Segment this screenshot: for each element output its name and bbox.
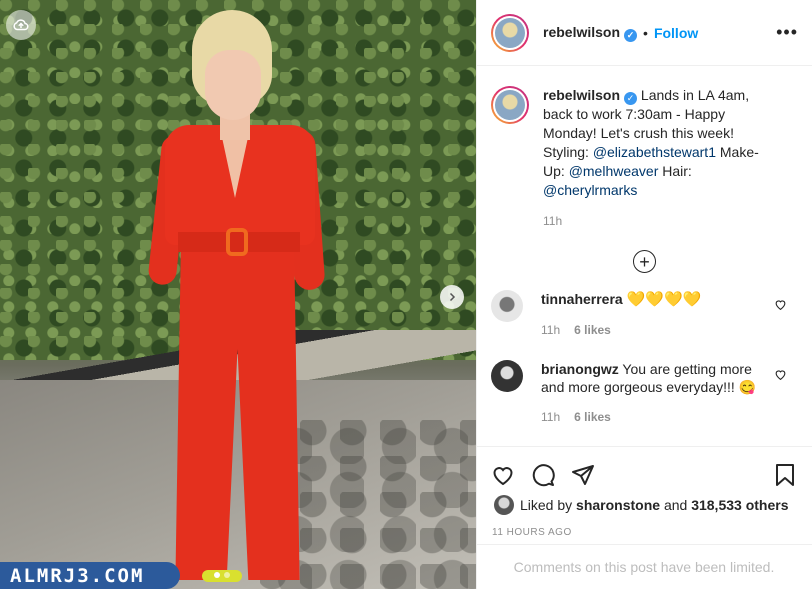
likes-prefix: Liked by: [520, 497, 573, 513]
face: [205, 50, 261, 120]
comment-item: tinnaherrera 💛💛💛💛 11h 6 likes: [491, 290, 799, 339]
action-icons: [476, 447, 812, 493]
carousel-dot-active: [214, 572, 220, 578]
upload-icon[interactable]: [6, 10, 36, 40]
caption-text: rebelwilson ✓ Lands in LA 4am, back to wo…: [543, 86, 779, 200]
watermark: ALMRJ3.COM: [0, 562, 180, 589]
author-avatar[interactable]: [491, 14, 529, 52]
share-icon[interactable]: [570, 462, 596, 488]
comment-username[interactable]: tinnaherrera: [541, 291, 623, 307]
comment-icon[interactable]: [530, 462, 556, 488]
mention-link[interactable]: @elizabethstewart1: [593, 144, 716, 160]
comment-item: brianongwz You are getting more and more…: [491, 360, 799, 426]
carousel-dots: [214, 572, 230, 578]
verified-icon: ✓: [624, 28, 638, 42]
post-header: rebelwilson ✓ • Follow •••: [477, 0, 812, 66]
chevron-right-icon: [449, 292, 456, 302]
comment-likes[interactable]: 6 likes: [574, 410, 611, 424]
load-more-comments-button[interactable]: +: [633, 250, 656, 273]
post-actions: Liked by sharonstone and 318,533 others …: [476, 446, 812, 548]
post-photo: ALMRJ3.COM: [0, 0, 476, 589]
likes-summary: Liked by sharonstone and 318,533 others: [476, 493, 812, 517]
caption: rebelwilson ✓ Lands in LA 4am, back to wo…: [477, 66, 812, 200]
comment-body: brianongwz You are getting more and more…: [541, 360, 757, 426]
separator-dot: •: [643, 24, 648, 41]
jumpsuit-legs: [175, 250, 300, 580]
likes-count[interactable]: 318,533 others: [691, 497, 788, 513]
like-icon[interactable]: [490, 462, 516, 488]
author-username[interactable]: rebelwilson ✓: [543, 24, 638, 42]
caption-time: 11h: [543, 214, 563, 228]
comment-body: tinnaherrera 💛💛💛💛 11h 6 likes: [541, 290, 757, 339]
comment-meta: 11h 6 likes: [541, 321, 757, 339]
more-options-icon[interactable]: •••: [776, 22, 798, 43]
caption-username[interactable]: rebelwilson: [543, 87, 620, 103]
heart-icon[interactable]: [774, 298, 787, 311]
load-more: +: [477, 250, 812, 273]
verified-icon: ✓: [624, 92, 638, 105]
comment-avatar[interactable]: [491, 360, 523, 392]
liker-avatar[interactable]: [494, 495, 514, 515]
comment-meta: 11h 6 likes: [541, 408, 757, 426]
liker-username[interactable]: sharonstone: [576, 497, 660, 513]
comment-text: 💛💛💛💛: [626, 291, 702, 308]
comment-avatar[interactable]: [491, 290, 523, 322]
person: [147, 10, 330, 589]
follow-button[interactable]: Follow: [654, 25, 698, 41]
carousel-dot: [224, 572, 230, 578]
comment-username[interactable]: brianongwz: [541, 361, 619, 377]
mention-link[interactable]: @melhweaver: [569, 163, 659, 179]
comment-likes[interactable]: 6 likes: [574, 323, 611, 337]
likes-conjunction: and: [660, 497, 692, 513]
heart-icon[interactable]: [774, 368, 787, 381]
comment-time: 11h: [541, 410, 561, 424]
next-photo-button[interactable]: [440, 285, 464, 309]
mention-link[interactable]: @cherylrmarks: [543, 182, 637, 198]
comments-limited-notice: Comments on this post have been limited.: [476, 544, 812, 589]
belt-buckle: [226, 228, 248, 256]
caption-avatar[interactable]: [491, 86, 529, 124]
caption-body: Hair:: [658, 163, 692, 179]
bookmark-icon[interactable]: [772, 462, 798, 488]
comment-time: 11h: [541, 323, 561, 337]
